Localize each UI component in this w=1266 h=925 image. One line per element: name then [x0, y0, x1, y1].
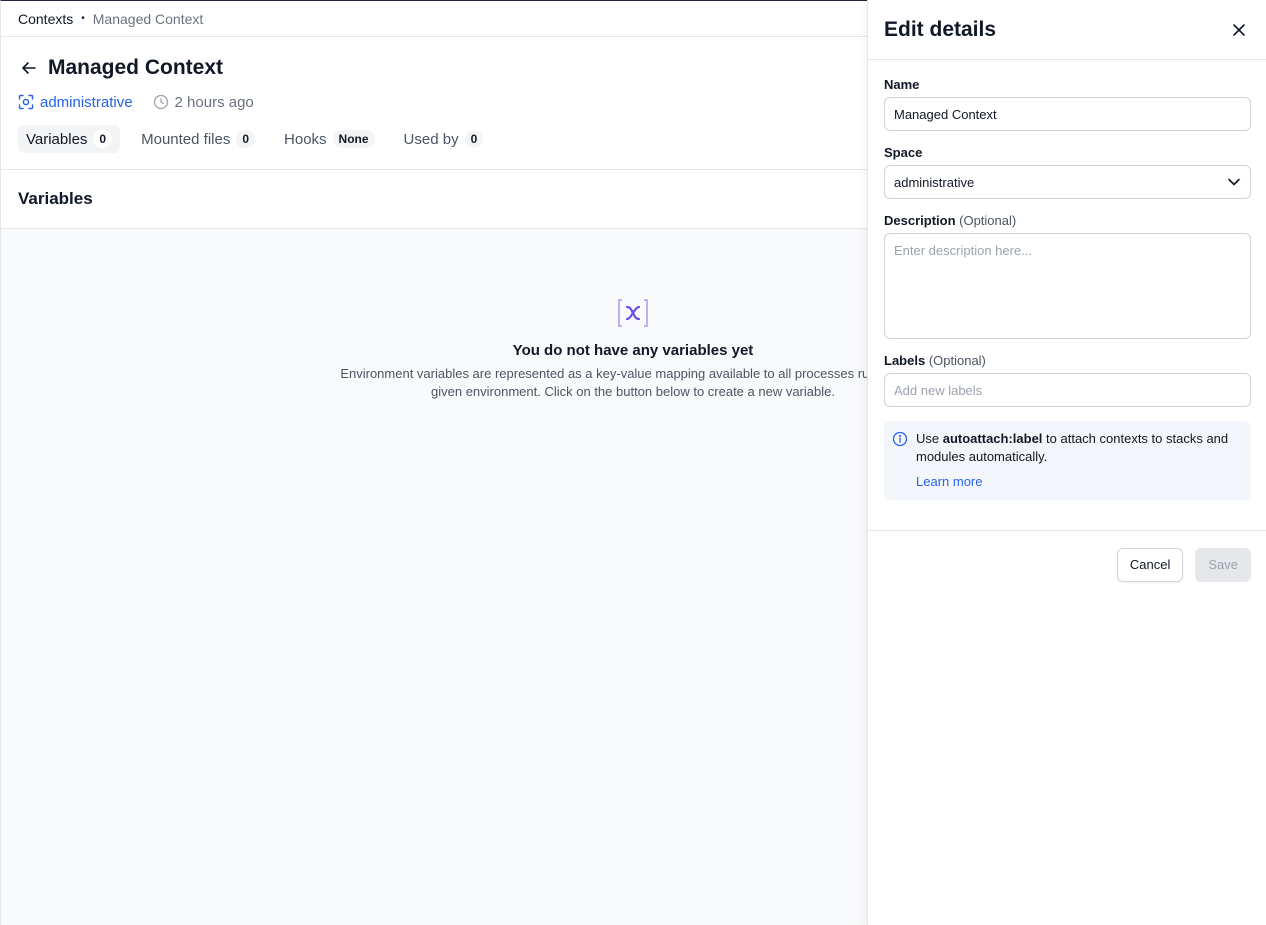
labels-input[interactable] — [884, 373, 1251, 407]
tab-label: Hooks — [284, 130, 327, 148]
variable-icon — [618, 299, 648, 327]
tab-used-by[interactable]: Used by 0 — [396, 125, 492, 153]
name-input[interactable] — [884, 97, 1251, 131]
info-content: Use autoattach:label to attach contexts … — [916, 430, 1243, 491]
labels-field-group: Labels (Optional) — [884, 353, 1251, 407]
chevron-down-icon — [1228, 178, 1240, 186]
info-keyword: autoattach:label — [942, 431, 1043, 446]
drawer-header: Edit details — [868, 0, 1266, 60]
space-select[interactable]: administrative — [884, 165, 1251, 199]
section-title: Variables — [18, 189, 93, 208]
close-button[interactable] — [1228, 19, 1250, 41]
labels-optional: (Optional) — [928, 353, 986, 368]
page-title: Managed Context — [48, 56, 224, 79]
description-label-text: Description — [884, 213, 956, 228]
breadcrumb: Contexts • Managed Context — [1, 1, 867, 37]
tab-badge: 0 — [93, 130, 113, 148]
edit-details-drawer: Edit details Name Space administrative D… — [867, 0, 1266, 925]
tab-label: Variables — [26, 130, 88, 148]
page-header: Managed Context administrative 2 hours a… — [1, 55, 867, 153]
space-link[interactable]: administrative — [18, 94, 133, 111]
meta-row: administrative 2 hours ago — [18, 92, 850, 112]
info-icon — [892, 431, 908, 447]
arrow-left-icon — [22, 62, 36, 74]
space-field-group: Space administrative — [884, 145, 1251, 199]
updated-time: 2 hours ago — [153, 94, 254, 111]
breadcrumb-contexts[interactable]: Contexts — [18, 11, 73, 27]
edit-form: Name Space administrative Description (O… — [868, 60, 1266, 500]
labels-label: Labels (Optional) — [884, 353, 1250, 368]
space-label: Space — [884, 145, 923, 160]
main-page: Contexts • Managed Context Managed Conte… — [0, 0, 867, 925]
tab-badge: None — [332, 130, 375, 148]
info-prefix: Use — [916, 431, 943, 446]
tab-mounted-files[interactable]: Mounted files 0 — [133, 125, 263, 153]
info-callout: Use autoattach:label to attach contexts … — [884, 421, 1251, 500]
tab-badge: 0 — [464, 130, 484, 148]
drawer-title: Edit details — [884, 17, 997, 41]
title-row: Managed Context — [18, 55, 850, 81]
back-button[interactable] — [18, 57, 40, 79]
breadcrumb-separator: • — [81, 13, 85, 24]
description-label: Description (Optional) — [884, 213, 1250, 228]
drawer-footer: Cancel Save — [868, 530, 1266, 598]
name-label: Name — [884, 77, 920, 92]
empty-state-description: Environment variables are represented as… — [340, 366, 926, 399]
name-field-group: Name — [884, 77, 1251, 131]
space-name: administrative — [40, 93, 133, 111]
description-textarea[interactable] — [884, 233, 1251, 339]
labels-label-text: Labels — [884, 353, 926, 368]
tab-label: Used by — [403, 130, 459, 148]
tab-variables[interactable]: Variables 0 — [18, 125, 121, 153]
save-button[interactable]: Save — [1195, 547, 1251, 582]
tab-hooks[interactable]: Hooks None — [276, 125, 383, 153]
space-select-value: administrative — [894, 174, 975, 190]
info-text: Use autoattach:label to attach contexts … — [916, 430, 1243, 466]
cancel-button[interactable]: Cancel — [1116, 547, 1184, 582]
description-optional: (Optional) — [959, 213, 1017, 228]
updated-time-text: 2 hours ago — [174, 93, 254, 111]
space-icon — [18, 94, 34, 110]
learn-more-link[interactable]: Learn more — [916, 474, 982, 489]
close-icon — [1233, 23, 1245, 36]
description-field-group: Description (Optional) — [884, 213, 1251, 339]
tab-bar: Variables 0 Mounted files 0 Hooks None U… — [18, 125, 850, 153]
tab-badge: 0 — [236, 130, 256, 148]
tab-label: Mounted files — [141, 130, 231, 148]
breadcrumb-current: Managed Context — [92, 10, 204, 27]
clock-icon — [153, 94, 168, 110]
section-header: Variables — [1, 169, 867, 229]
